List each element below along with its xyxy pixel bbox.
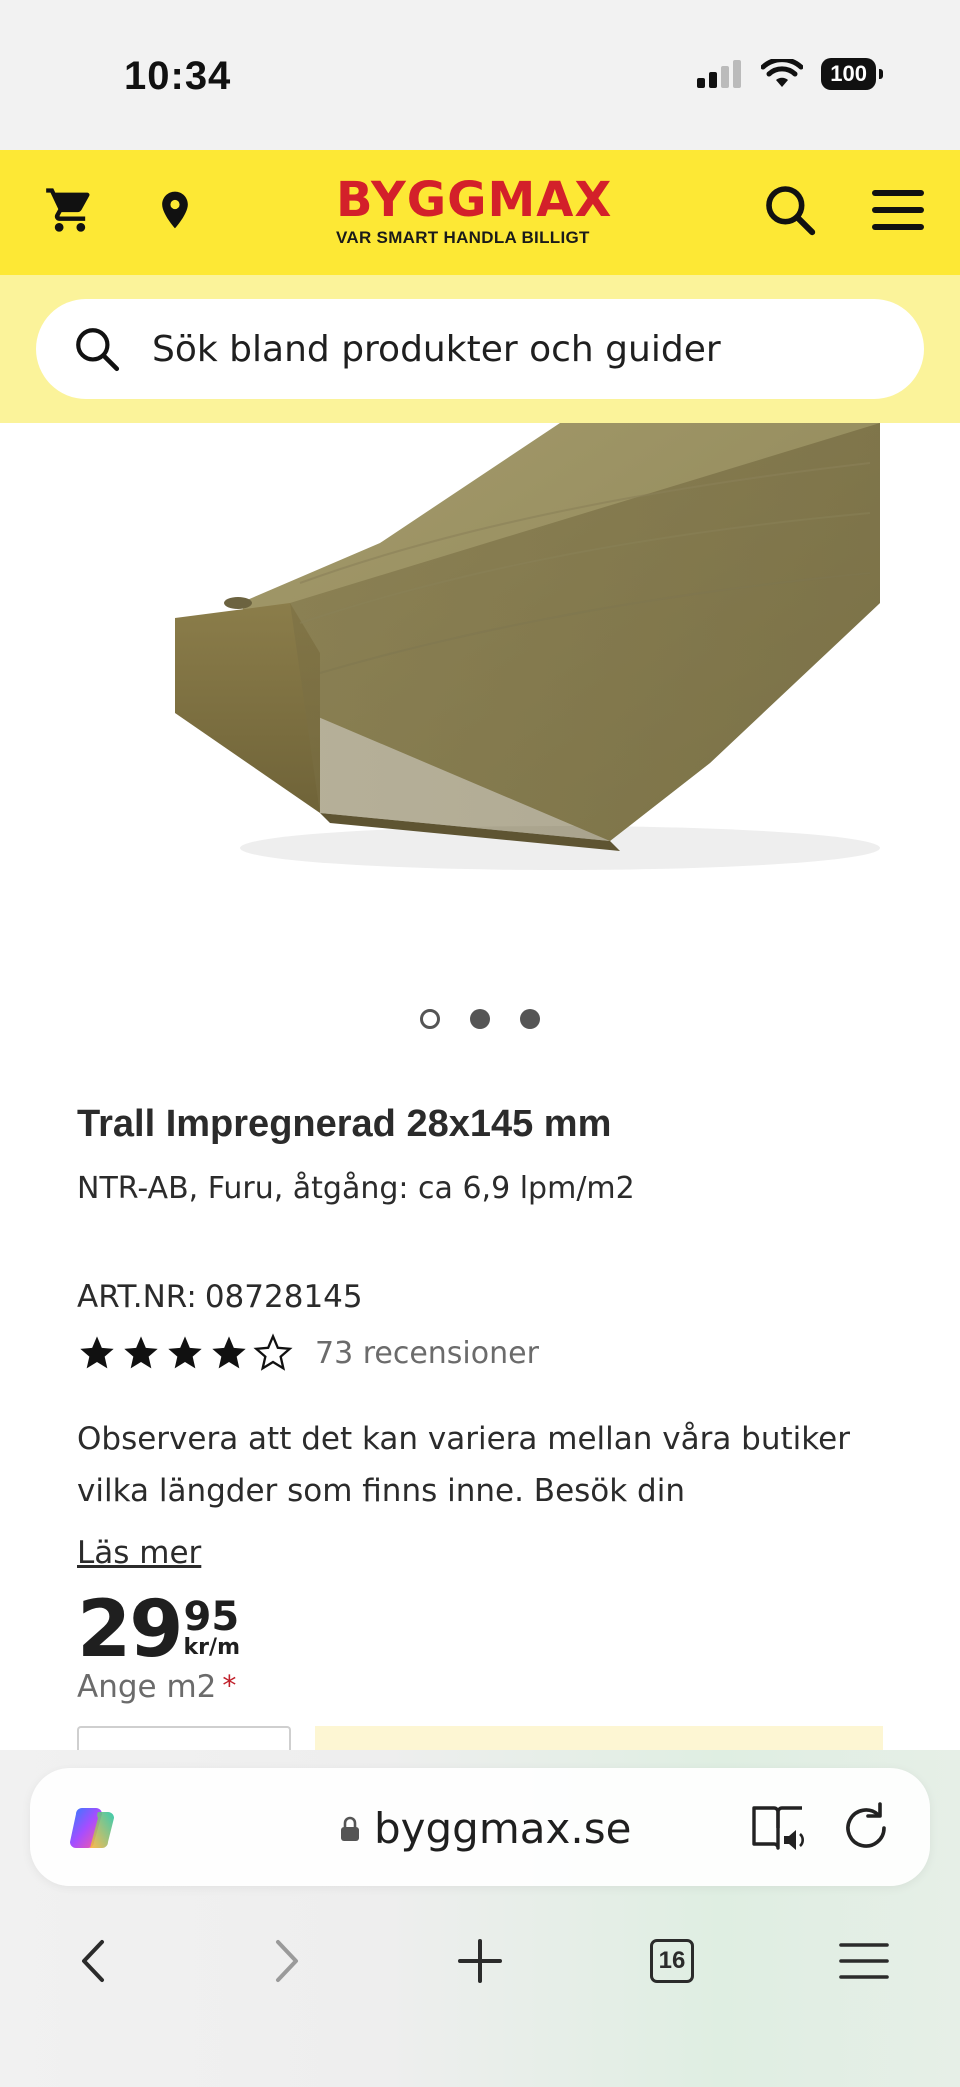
reload-icon[interactable]: [838, 1800, 894, 1856]
status-bar: 10:34 100: [0, 0, 960, 150]
price-integer: 29: [77, 1585, 184, 1675]
browser-toolbar: byggmax.se 16: [0, 1750, 960, 2087]
quantity-label: Ange m2 *: [77, 1669, 236, 1705]
product-price: 29 95 kr/m: [77, 1591, 240, 1669]
star-filled-icon: [80, 1336, 114, 1369]
search-box[interactable]: [36, 299, 924, 399]
copilot-icon[interactable]: [68, 1802, 120, 1854]
required-marker: *: [222, 1669, 237, 1702]
search-icon: [766, 186, 816, 236]
cart-button[interactable]: [38, 178, 102, 242]
search-band: [0, 275, 960, 423]
menu-button[interactable]: [866, 178, 930, 242]
star-rating: [77, 1333, 293, 1373]
read-more-link[interactable]: Läs mer: [77, 1535, 201, 1571]
chevron-right-icon: [276, 1940, 298, 1982]
carousel-dot[interactable]: [420, 1009, 440, 1029]
search-icon: [76, 328, 120, 372]
search-toggle-button[interactable]: [758, 178, 822, 242]
product-page: Trall Impregnerad 28x145 mm NTR-AB, Furu…: [0, 423, 960, 1750]
search-input[interactable]: [152, 328, 852, 370]
product-description: Observera att det kan variera mellan vår…: [77, 1421, 850, 1509]
product-rating[interactable]: 73 recensioner: [77, 1333, 539, 1373]
battery-indicator: 100: [821, 58, 883, 90]
tabs-button[interactable]: 16: [637, 1926, 707, 1996]
plus-icon: [458, 1939, 502, 1983]
url-display[interactable]: byggmax.se: [340, 1804, 631, 1853]
article-number-value: 08728145: [204, 1279, 363, 1315]
product-image[interactable]: [0, 423, 960, 983]
forward-button[interactable]: [252, 1926, 322, 1996]
quantity-label-text: Ange m2: [77, 1669, 217, 1705]
url-text: byggmax.se: [374, 1804, 632, 1853]
tabs-icon: 16: [650, 1939, 694, 1983]
price-decimal: 95: [183, 1594, 240, 1640]
site-header: BYGGMAX VAR SMART HANDLA BILLIGT: [0, 150, 960, 275]
star-filled-icon: [168, 1336, 202, 1369]
store-location-button[interactable]: [143, 178, 207, 242]
image-carousel-dots: [0, 1009, 960, 1029]
browser-nav-row: 16: [0, 1926, 960, 2006]
hamburger-menu-icon: [839, 1943, 889, 1979]
carousel-dot[interactable]: [520, 1009, 540, 1029]
logo-wordmark: BYGGMAX: [336, 172, 613, 228]
new-tab-button[interactable]: [445, 1926, 515, 1996]
product-title: Trall Impregnerad 28x145 mm: [77, 1103, 612, 1145]
logo-tagline: VAR SMART HANDLA BILLIGT: [336, 228, 590, 247]
browser-menu-button[interactable]: [829, 1926, 899, 1996]
hamburger-menu-icon: [872, 190, 924, 230]
price-unit: kr/m: [183, 1635, 240, 1660]
product-subtitle: NTR-AB, Furu, åtgång: ca 6,9 lpm/m2: [77, 1171, 635, 1206]
reader-mode-icon[interactable]: [750, 1802, 806, 1854]
add-to-cart-button[interactable]: [315, 1726, 883, 1750]
cart-icon: [46, 188, 90, 232]
signal-icon: [697, 60, 742, 88]
tab-count: 16: [658, 1947, 686, 1974]
carousel-dot[interactable]: [470, 1009, 490, 1029]
star-filled-icon: [124, 1336, 158, 1369]
back-button[interactable]: [58, 1926, 128, 1996]
status-icons: 100: [697, 58, 883, 90]
lock-icon: [341, 1816, 359, 1841]
star-filled-icon: [212, 1336, 246, 1369]
article-number-label: ART.NR:: [77, 1279, 197, 1315]
chevron-left-icon: [82, 1940, 104, 1982]
price-fraction: 95 kr/m: [184, 1597, 240, 1659]
quantity-input[interactable]: [77, 1726, 291, 1750]
review-count[interactable]: 73 recensioner: [315, 1336, 539, 1371]
address-bar[interactable]: byggmax.se: [30, 1768, 930, 1886]
status-time: 10:34: [124, 54, 232, 98]
star-empty-icon: [253, 1333, 293, 1371]
location-pin-icon: [162, 191, 188, 229]
wifi-icon: [761, 59, 804, 87]
byggmax-logo[interactable]: BYGGMAX VAR SMART HANDLA BILLIGT: [336, 176, 626, 248]
article-number: ART.NR: 08728145: [77, 1279, 363, 1315]
